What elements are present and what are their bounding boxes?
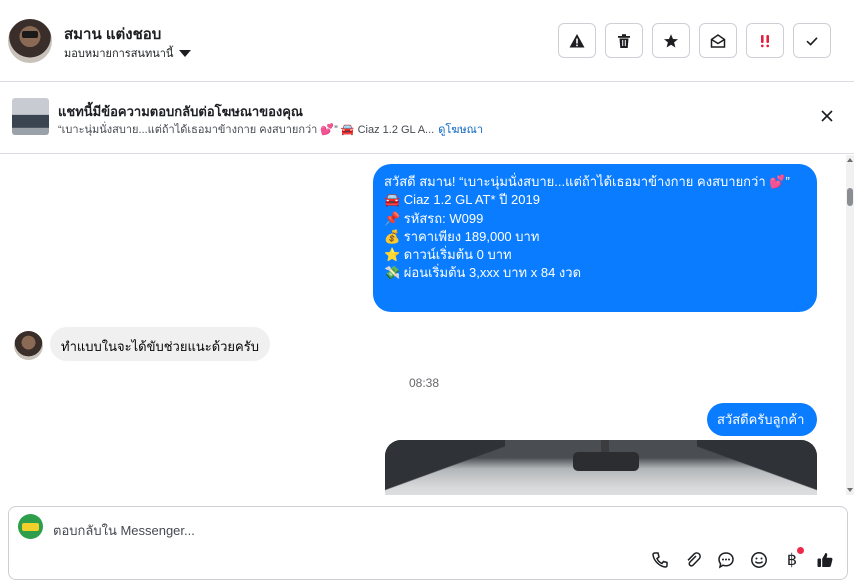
mark-unread-button[interactable] bbox=[699, 23, 737, 58]
thumbs-up-icon bbox=[817, 553, 833, 567]
photo-roof-left bbox=[385, 440, 505, 495]
phone-icon bbox=[652, 552, 668, 568]
emoji-button[interactable] bbox=[749, 550, 769, 570]
contact-name[interactable]: สมาน แต่งชอบ bbox=[64, 22, 161, 46]
photo-roof-right bbox=[697, 440, 817, 495]
outgoing-message: สวัสดีครับลูกค้า bbox=[707, 403, 817, 436]
outgoing-message: สวัสดี สมาน! “เบาะนุ่มนั่งสบาย...แต่ถ้าไ… bbox=[373, 164, 817, 312]
page-logo-avatar bbox=[18, 514, 43, 539]
car-interior-photo[interactable] bbox=[385, 440, 817, 495]
saved-replies-button[interactable] bbox=[716, 550, 736, 570]
composer-tools: ฿ bbox=[650, 547, 835, 570]
scroll-up-icon[interactable] bbox=[847, 158, 853, 162]
payment-button[interactable]: ฿ bbox=[782, 547, 804, 570]
attach-button[interactable] bbox=[683, 550, 703, 570]
message-thread: สวัสดี สมาน! “เบาะนุ่มนั่งสบาย...แต่ถ้าไ… bbox=[0, 155, 846, 495]
contact-avatar[interactable] bbox=[8, 19, 52, 63]
ad-context-title: แชทนี้มีข้อความตอบกลับต่อโฆษณาของคุณ bbox=[58, 104, 303, 119]
header-actions bbox=[558, 23, 831, 58]
ad-snippet: “เบาะนุ่มนั่งสบาย...แต่ถ้าได้เธอมาข้างกา… bbox=[58, 124, 435, 136]
scroll-down-icon[interactable] bbox=[847, 488, 853, 492]
priority-button[interactable] bbox=[746, 23, 784, 58]
close-icon[interactable] bbox=[820, 109, 834, 123]
warning-icon bbox=[569, 33, 585, 47]
ad-context-banner: แชทนี้มีข้อความตอบกลับต่อโฆษณาของคุณ “เบ… bbox=[0, 82, 854, 154]
chat-bubble-icon bbox=[718, 552, 734, 569]
notification-dot bbox=[797, 547, 804, 554]
emoji-icon bbox=[751, 552, 767, 568]
check-icon bbox=[806, 36, 818, 46]
assign-label: มอบหมายการสนทนานี้ bbox=[64, 48, 174, 60]
mark-done-button[interactable] bbox=[793, 23, 831, 58]
incoming-message: ทำแบบในจะได้ขับช่วยแนะด้วยครับ bbox=[50, 327, 270, 361]
photo-mirror-stem bbox=[601, 440, 609, 452]
baht-icon: ฿ bbox=[786, 552, 798, 569]
call-button[interactable] bbox=[650, 550, 670, 570]
sender-avatar[interactable] bbox=[14, 331, 43, 360]
message-line: 🚘 Ciaz 1.2 GL AT* ปี 2019 bbox=[384, 192, 540, 208]
message-line: ⭐ ดาวน์เริ่มต้น 0 บาท bbox=[384, 247, 512, 263]
follow-up-button[interactable] bbox=[652, 23, 690, 58]
message-line: 💸 ผ่อนเริ่มต้น 3,xxx บาท x 84 งวด bbox=[384, 265, 582, 281]
caret-down-icon bbox=[179, 49, 192, 57]
message-line: สวัสดี สมาน! “เบาะนุ่มนั่งสบาย...แต่ถ้าไ… bbox=[384, 174, 790, 189]
scrollbar-thumb[interactable] bbox=[847, 188, 853, 206]
reply-input[interactable] bbox=[53, 521, 753, 539]
like-button[interactable] bbox=[815, 550, 835, 570]
conversation-header: สมาน แต่งชอบ มอบหมายการสนทนานี้ bbox=[0, 0, 854, 82]
photo-rearview-mirror bbox=[573, 452, 639, 471]
message-timestamp: 08:38 bbox=[409, 376, 440, 390]
mark-unread-icon bbox=[710, 33, 726, 48]
spam-button[interactable] bbox=[558, 23, 596, 58]
ad-context-subtitle: “เบาะนุ่มนั่งสบาย...แต่ถ้าได้เธอมาข้างกา… bbox=[58, 120, 483, 138]
message-composer: ฿ bbox=[8, 506, 848, 580]
thread-scrollbar[interactable] bbox=[846, 155, 854, 495]
delete-button[interactable] bbox=[605, 23, 643, 58]
trash-icon bbox=[618, 33, 630, 48]
view-ad-link[interactable]: ดูโฆษณา bbox=[438, 120, 483, 138]
priority-icon bbox=[761, 34, 769, 47]
ad-thumbnail[interactable] bbox=[12, 98, 49, 135]
message-line: 💰 ราคาเพียง 189,000 บาท bbox=[384, 228, 540, 244]
star-icon bbox=[664, 33, 678, 47]
paperclip-icon bbox=[687, 552, 701, 567]
assign-conversation-dropdown[interactable]: มอบหมายการสนทนานี้ bbox=[64, 44, 192, 62]
message-line: 📌 รหัสรถ: W099 bbox=[384, 210, 484, 226]
